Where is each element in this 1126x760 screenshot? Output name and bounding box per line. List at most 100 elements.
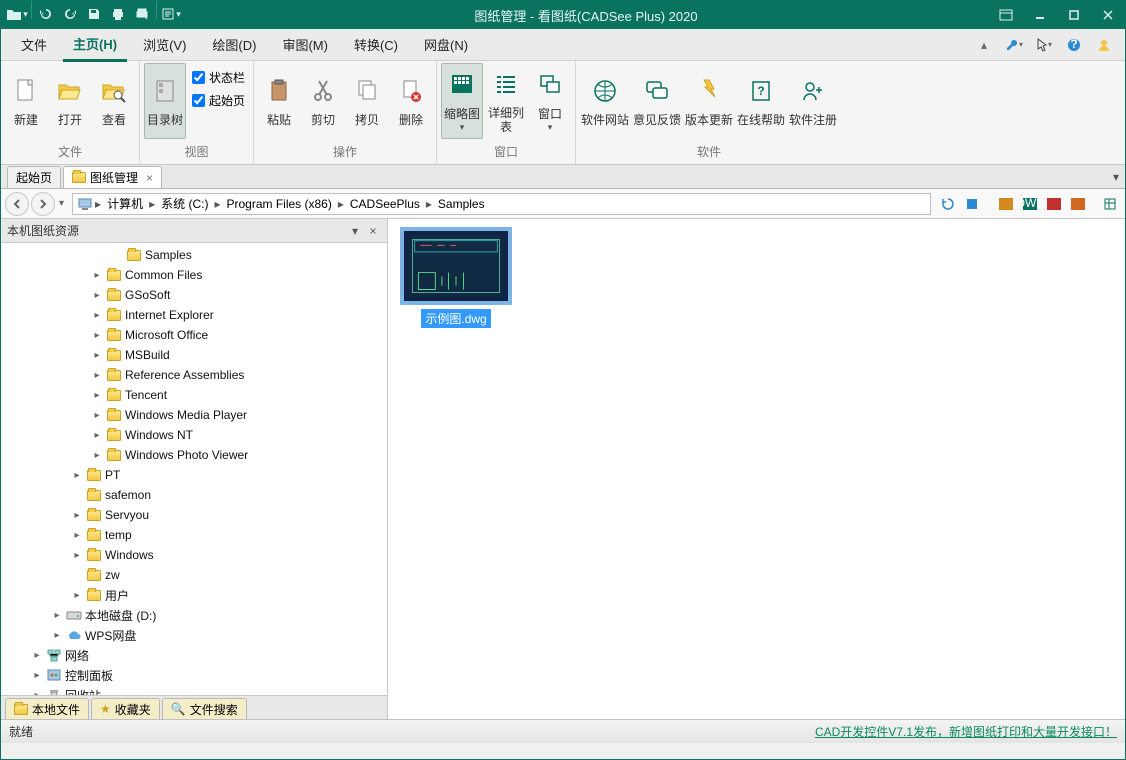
tree-item[interactable]: zw [1,565,387,585]
website-button[interactable]: 软件网站 [580,63,630,139]
menu-home[interactable]: 主页(H) [63,28,127,62]
file-name: 示例图.dwg [421,309,490,328]
tree-item[interactable]: ▸网络 [1,645,387,665]
tree-item[interactable]: ▸Microsoft Office [1,325,387,345]
tab-favorites[interactable]: ★收藏夹 [91,698,160,719]
filter-dwg-icon[interactable]: DWF [1020,194,1040,214]
tree-item[interactable]: ▸Tencent [1,385,387,405]
update-button[interactable]: 版本更新 [684,63,734,139]
tool-icon[interactable]: ▾ [1003,34,1025,56]
view-mode-icon[interactable] [1100,194,1120,214]
tree-item[interactable]: ▸用户 [1,585,387,605]
svg-text:?: ? [757,84,764,98]
folder-tree[interactable]: Samples▸Common Files▸GSoSoft▸Internet Ex… [1,243,387,695]
menu-review[interactable]: 审图(M) [272,29,338,60]
forward-button[interactable] [31,192,55,216]
close-tab-icon[interactable]: × [146,171,153,185]
tab-search[interactable]: 🔍文件搜索 [162,698,247,719]
tree-item[interactable]: ▸本地磁盘 (D:) [1,605,387,625]
minimize-button[interactable] [1023,1,1057,29]
chevron-up-icon[interactable]: ▴ [973,34,995,56]
refresh-icon[interactable] [938,194,958,214]
startpage-checkbox[interactable]: 起始页 [192,92,245,109]
history-dropdown-icon[interactable]: ▾ [57,198,66,209]
control-icon [46,667,62,683]
tree-item[interactable]: ▸控制面板 [1,665,387,685]
close-button[interactable] [1091,1,1125,29]
folder-icon [86,587,102,603]
menu-cloud[interactable]: 网盘(N) [414,29,478,60]
tree-item[interactable]: ▸MSBuild [1,345,387,365]
tree-item[interactable]: ▸Reference Assemblies [1,365,387,385]
tree-item[interactable]: ▸Windows [1,545,387,565]
svg-text:?: ? [1070,38,1077,51]
tree-item[interactable]: safemon [1,485,387,505]
tree-item[interactable]: ▸Servyou [1,505,387,525]
copy-button[interactable]: 拷贝 [346,63,388,139]
tab-start[interactable]: 起始页 [7,166,61,188]
menu-file[interactable]: 文件 [11,29,57,60]
file-menu-icon[interactable]: ▾ [5,1,29,27]
paste-button[interactable]: 粘贴 [258,63,300,139]
print-preview-icon[interactable] [130,1,154,27]
delete-button[interactable]: 删除 [390,63,432,139]
side-panel: 本机图纸资源 ▾ × Samples▸Common Files▸GSoSoft▸… [1,219,388,719]
tree-item[interactable]: ▸Common Files [1,265,387,285]
open-button[interactable]: 打开 [49,63,91,139]
breadcrumb[interactable]: ▸计算机 ▸系统 (C:) ▸Program Files (x86) ▸CADS… [72,193,931,215]
recycle-icon [46,687,62,695]
feedback-button[interactable]: 意见反馈 [632,63,682,139]
nav-bar: ▾ ▸计算机 ▸系统 (C:) ▸Program Files (x86) ▸CA… [1,189,1125,219]
ribbon: 新建 打开 查看 文件 目录树 状态栏 起始页 视图 粘贴 剪切 拷贝 删除 操… [1,61,1125,165]
filter1-icon[interactable] [996,194,1016,214]
thumbnail-button[interactable]: 缩略图▾ [441,63,483,139]
cut-button[interactable]: 剪切 [302,63,344,139]
tree-item[interactable]: ▸Windows NT [1,425,387,445]
filter-image-icon[interactable] [1044,194,1064,214]
new-button[interactable]: 新建 [5,63,47,139]
tree-item[interactable]: ▸Windows Media Player [1,405,387,425]
tree-item[interactable]: ▸temp [1,525,387,545]
panel-menu-icon[interactable]: ▾ [347,223,363,239]
user-icon[interactable] [1093,34,1115,56]
tree-button[interactable]: 目录树 [144,63,186,139]
tree-item[interactable]: ▸回收站 [1,685,387,695]
register-button[interactable]: 软件注册 [788,63,838,139]
view-button[interactable]: 查看 [93,63,135,139]
tree-item[interactable]: ▸Windows Photo Viewer [1,445,387,465]
statusbar-checkbox[interactable]: 状态栏 [192,69,245,86]
tree-item[interactable]: ▸WPS网盘 [1,625,387,645]
panel-close-icon[interactable]: × [365,223,381,239]
print-icon[interactable] [106,1,130,27]
maximize-button[interactable] [1057,1,1091,29]
help-button[interactable]: ?在线帮助 [736,63,786,139]
tabs-expand-icon[interactable]: ▾ [1113,170,1119,184]
folder-icon [106,367,122,383]
back-button[interactable] [5,192,29,216]
menu-browse[interactable]: 浏览(V) [133,29,196,60]
redo-icon[interactable] [58,1,82,27]
file-thumbnail[interactable]: 示例图.dwg [396,227,516,328]
detail-list-button[interactable]: 详细列表 [485,63,527,139]
tree-item[interactable]: ▸GSoSoft [1,285,387,305]
file-view[interactable]: 示例图.dwg [388,219,1125,719]
pointer-icon[interactable]: ▾ [1033,34,1055,56]
tab-drawings[interactable]: 图纸管理 × [63,166,162,188]
status-link[interactable]: CAD开发控件V7.1发布，新增图纸打印和大量开发接口！ [815,723,1117,740]
filter-pdf-icon[interactable] [1068,194,1088,214]
undo-icon[interactable] [34,1,58,27]
menu-convert[interactable]: 转换(C) [344,29,408,60]
tree-item[interactable]: Samples [1,245,387,265]
tree-item[interactable]: ▸PT [1,465,387,485]
ribbon-display-icon[interactable] [989,1,1023,29]
side-panel-header: 本机图纸资源 ▾ × [1,219,387,243]
properties-icon[interactable]: ▾ [159,1,183,27]
save-icon[interactable] [82,1,106,27]
window-button[interactable]: 窗口▾ [529,63,571,139]
settings-icon[interactable] [962,194,982,214]
help-icon[interactable]: ? [1063,34,1085,56]
tree-item[interactable]: ▸Internet Explorer [1,305,387,325]
main-split: 本机图纸资源 ▾ × Samples▸Common Files▸GSoSoft▸… [1,219,1125,719]
tab-local[interactable]: 本地文件 [5,698,89,719]
menu-draw[interactable]: 绘图(D) [202,29,266,60]
